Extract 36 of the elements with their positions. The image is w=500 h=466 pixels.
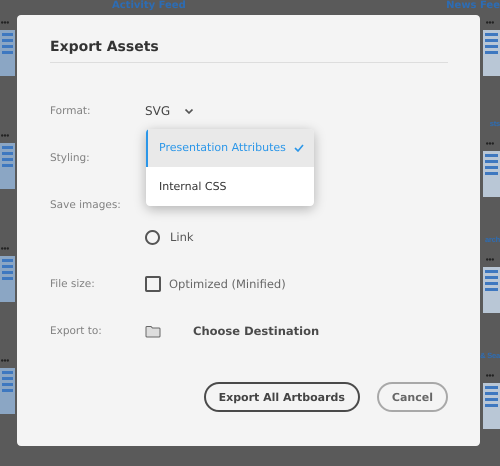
artboard-thumbnail: [483, 30, 500, 76]
artboard-thumbnail: [0, 256, 15, 302]
more-icon: [1, 246, 9, 250]
more-icon: [486, 374, 494, 377]
more-icon: [1, 134, 9, 137]
artboard-thumbnail: [483, 150, 500, 197]
more-icon: [486, 142, 494, 145]
field-label: Export to:: [50, 324, 103, 339]
checkbox[interactable]: [145, 276, 161, 292]
more-icon: [1, 21, 9, 24]
artboard-title: News Fee: [446, 0, 500, 12]
artboard-thumbnail: [0, 368, 15, 414]
option-label: Link: [170, 229, 194, 246]
radio-button[interactable]: [145, 230, 160, 244]
dialog-title: Export Assets: [50, 37, 448, 63]
field-label: File size:: [50, 277, 96, 292]
artboard-thumbnail: [483, 266, 500, 313]
more-icon: [486, 21, 494, 24]
chevron-down-icon: [184, 108, 194, 114]
artboard-thumbnail: [483, 382, 500, 429]
more-icon: [486, 258, 494, 261]
choose-destination-link[interactable]: Choose Destination: [193, 321, 320, 341]
more-icon: [1, 359, 9, 362]
checkmark-icon: [294, 144, 304, 152]
folder-icon: [145, 324, 161, 338]
format-select[interactable]: SVG: [145, 101, 170, 121]
artboard-thumbnail: [0, 142, 15, 189]
cancel-button[interactable]: Cancel: [376, 382, 448, 412]
field-label: Styling:: [50, 151, 91, 166]
export-button[interactable]: Export All Artboards: [204, 382, 360, 412]
field-label: Format:: [50, 104, 92, 119]
checkbox-label: Optimized (Minified): [169, 276, 286, 293]
field-label: Save images:: [50, 198, 122, 213]
menu-item[interactable]: Internal CSS: [146, 167, 314, 206]
artboard-title: Activity Feed: [112, 0, 186, 12]
artboard-thumbnail: [0, 30, 15, 76]
